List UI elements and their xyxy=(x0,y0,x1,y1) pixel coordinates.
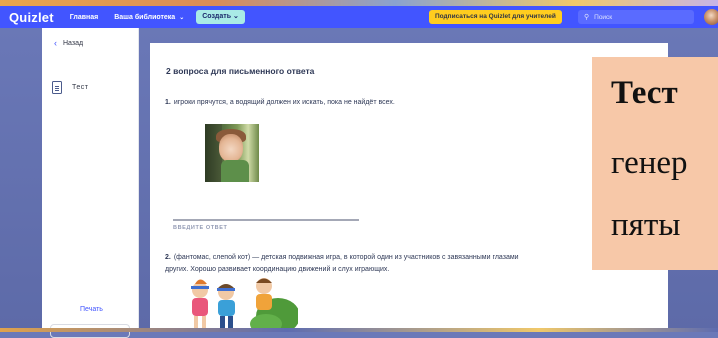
back-button[interactable]: ‹ Назад xyxy=(54,38,84,48)
answer-input[interactable] xyxy=(173,219,359,221)
document-icon xyxy=(52,81,62,94)
child-3-hair xyxy=(256,278,272,283)
print-link[interactable]: Печать xyxy=(80,306,103,313)
question-text-line-2: других. Хорошо развивает координацию дви… xyxy=(165,265,390,273)
nav-library-dropdown[interactable]: Ваша библиотека ⌄ xyxy=(114,14,184,21)
test-sidebar: ‹ Назад Тест Печать xyxy=(42,28,138,338)
child-shirt-shape xyxy=(221,160,249,182)
question-text-line-1: (фантомас, слепой кот) — детская подвижн… xyxy=(173,254,519,261)
sidebar-item-test[interactable]: Тест xyxy=(52,81,88,94)
sidebar-item-label: Тест xyxy=(72,84,89,91)
chevron-down-icon: ⌄ xyxy=(179,14,185,21)
overlay-title: Тест xyxy=(611,75,678,111)
blindfold-shape xyxy=(191,286,209,289)
subscribe-teachers-button[interactable]: Подписаться на Quizlet для учителей xyxy=(429,10,562,24)
question-2-illustration xyxy=(191,278,298,332)
top-navbar: Quizlet Главная Ваша библиотека ⌄ Создать… xyxy=(0,6,718,28)
test-content: 2 вопроса для письменного ответа 1. игрок… xyxy=(150,43,668,332)
nav-library-label: Ваша библиотека xyxy=(114,13,176,21)
quizlet-logo[interactable]: Quizlet xyxy=(9,10,54,25)
decorative-bottom-strip xyxy=(0,328,718,332)
overlay-line-2: генер xyxy=(611,145,688,181)
create-label: Создать xyxy=(202,13,232,20)
nav-home-link[interactable]: Главная xyxy=(70,14,98,21)
search-input[interactable]: ⚲ Поиск xyxy=(578,10,694,24)
question-1-image xyxy=(205,124,259,182)
child-1-hair xyxy=(195,279,207,284)
user-avatar[interactable] xyxy=(704,9,718,25)
child-2-hair xyxy=(218,284,234,288)
question-text: игроки прячутся, а водящий должен их иск… xyxy=(173,99,395,106)
back-label: Назад xyxy=(63,40,84,47)
child-3-shirt xyxy=(256,294,272,310)
child-face-shape xyxy=(219,134,243,162)
chevron-left-icon: ‹ xyxy=(54,38,57,48)
question-number: 2. xyxy=(165,254,171,261)
search-icon: ⚲ xyxy=(584,14,590,21)
slide-text-overlay: Тест генер пяты xyxy=(592,57,718,270)
test-heading: 2 вопроса для письменного ответа xyxy=(166,66,315,76)
chevron-down-icon: ⌄ xyxy=(232,13,239,20)
child-2-shirt xyxy=(218,300,235,316)
child-1-head xyxy=(192,282,208,298)
question-1: 1. игроки прячутся, а водящий должен их и… xyxy=(165,99,395,106)
create-button[interactable]: Создать ⌄ xyxy=(196,10,245,24)
answer-label: ВВЕДИТЕ ОТВЕТ xyxy=(173,225,228,231)
question-number: 1. xyxy=(165,99,171,106)
child-1-dress xyxy=(192,298,208,316)
blindfold-shape xyxy=(217,288,235,291)
nav-home-label: Главная xyxy=(69,13,99,21)
question-2: 2. (фантомас, слепой кот) — детская подви… xyxy=(165,252,519,275)
search-placeholder: Поиск xyxy=(594,13,613,21)
overlay-line-3: пяты xyxy=(611,207,681,243)
